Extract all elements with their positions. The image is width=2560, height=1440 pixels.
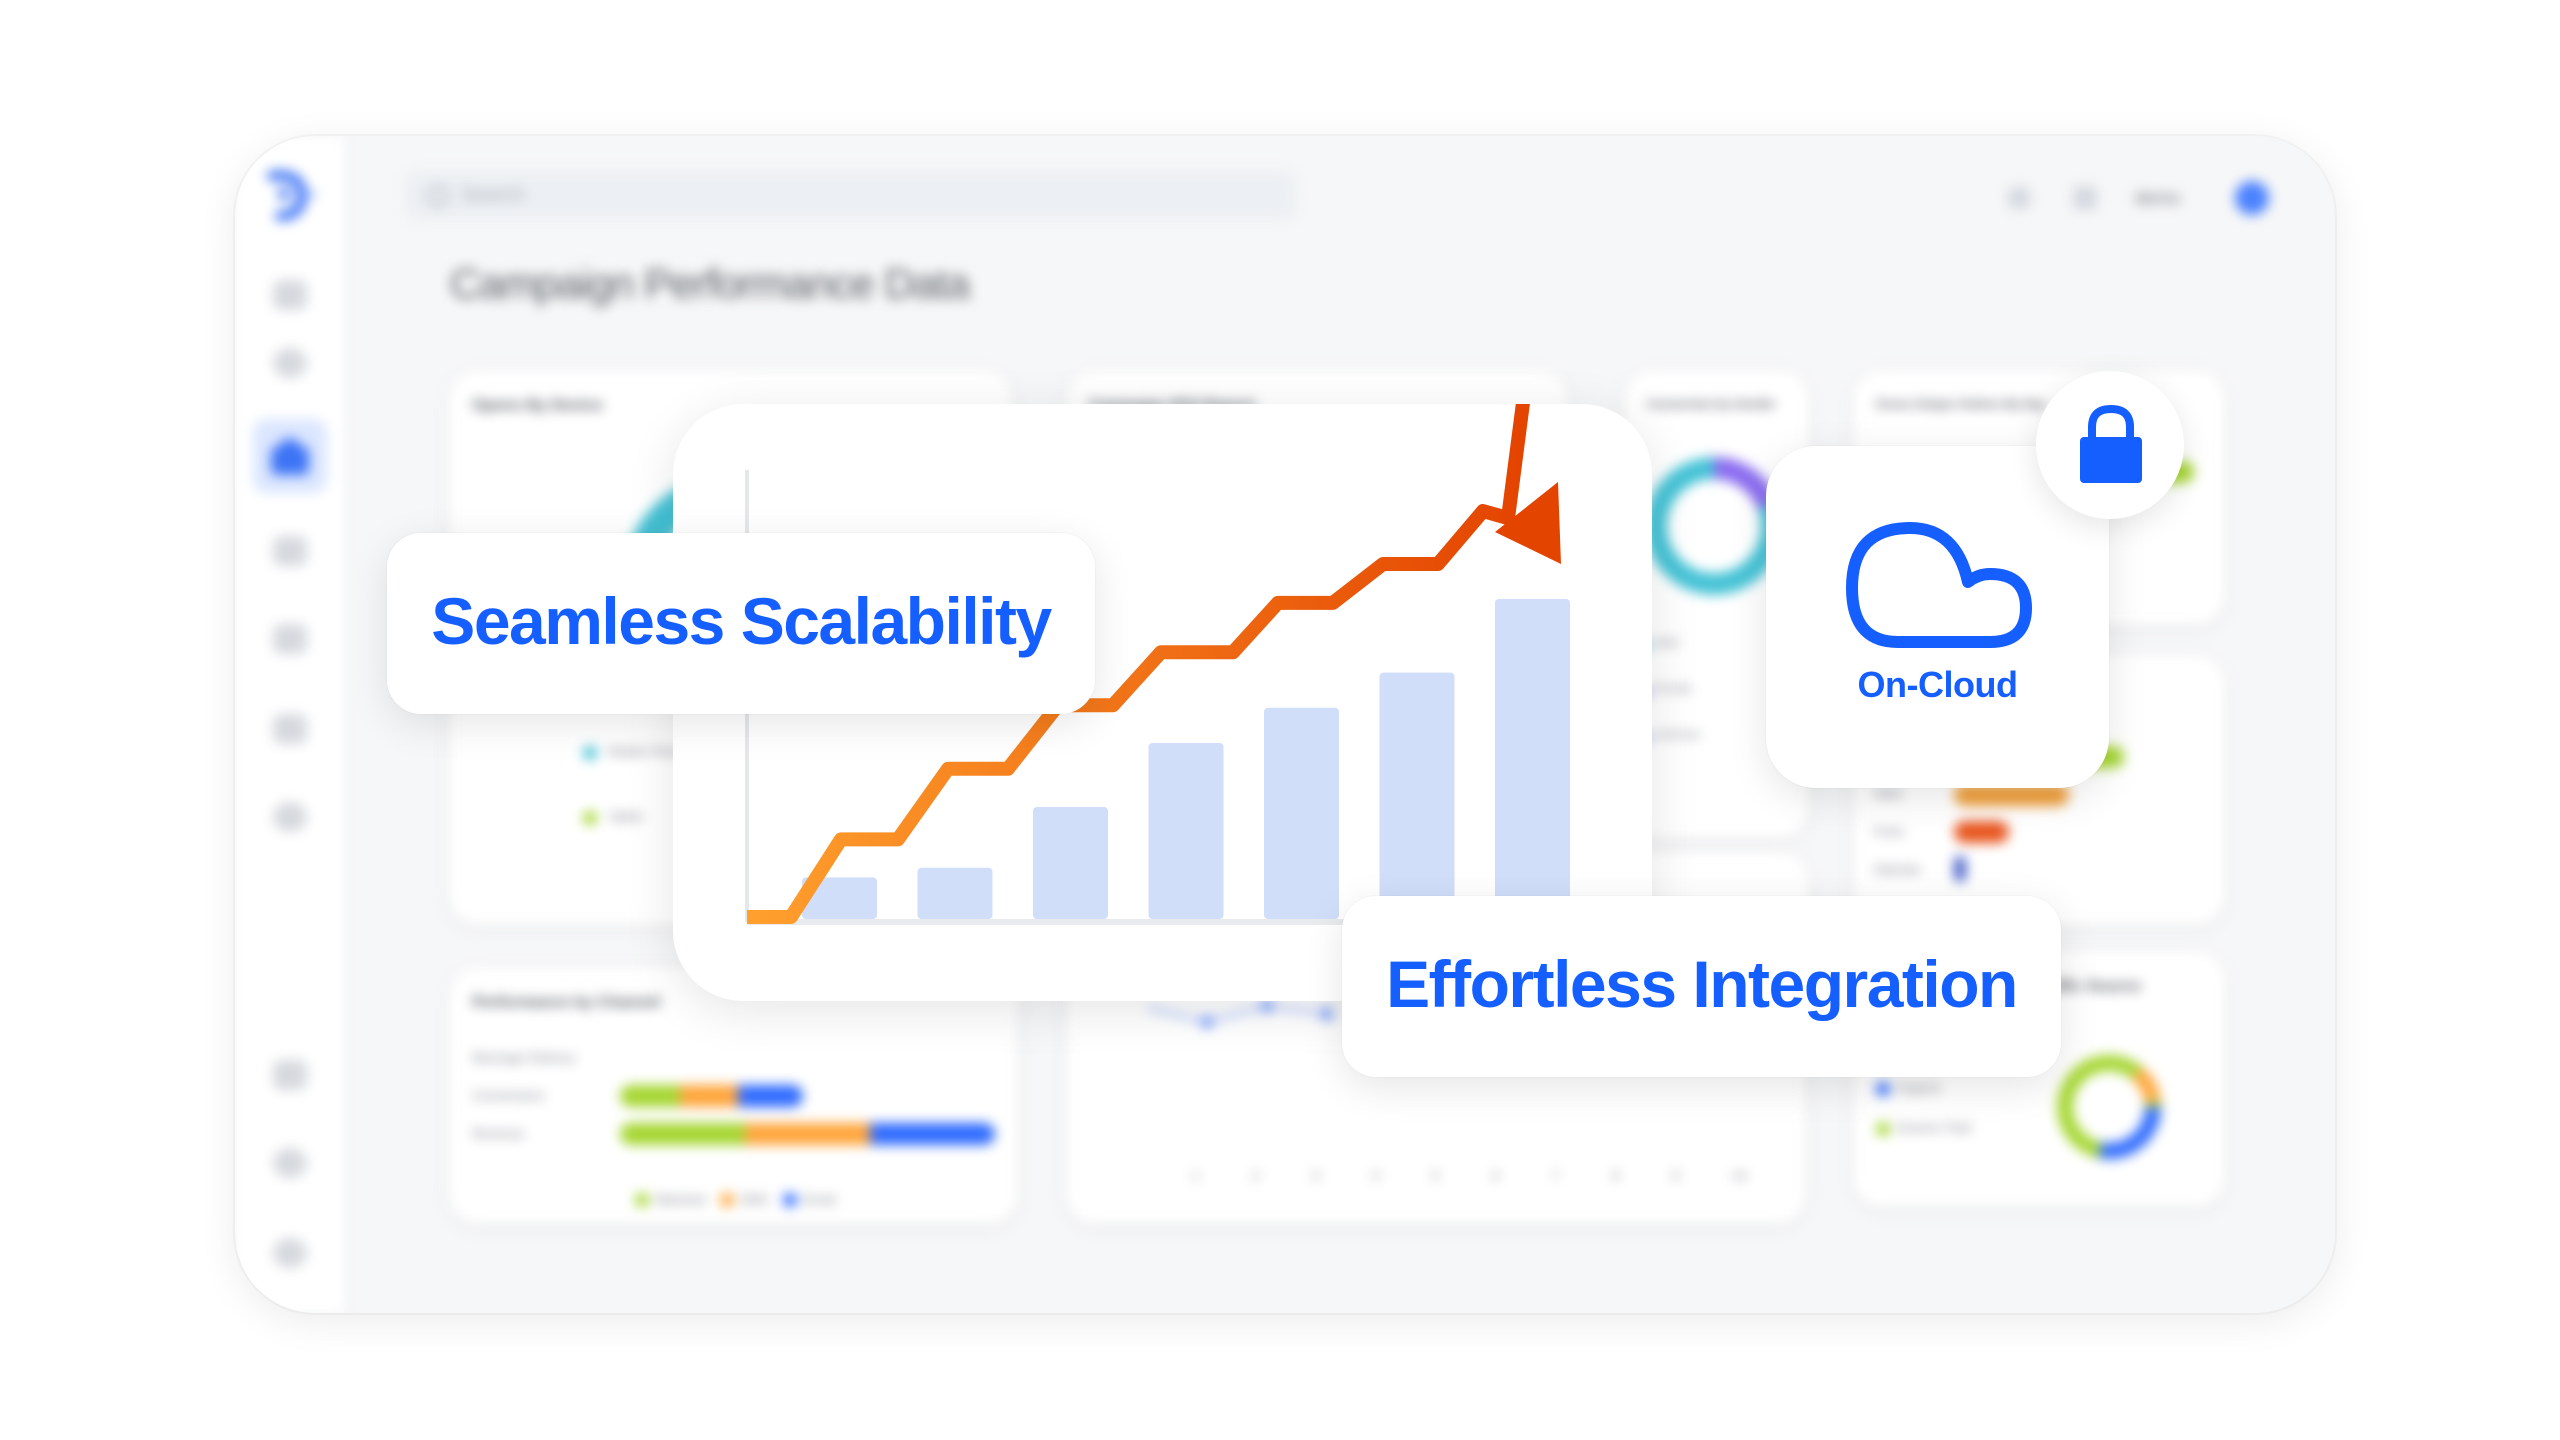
- bar-5: [1264, 707, 1339, 919]
- x-tick-label: 7: [1552, 1168, 1560, 1183]
- list-icon[interactable]: [273, 624, 307, 654]
- card-title: Gross Unique Visitors By Day: [1876, 397, 2046, 411]
- bar-7: [1495, 599, 1570, 919]
- row-label: Conversions: [472, 1088, 545, 1103]
- legend-dot: [1876, 1082, 1890, 1096]
- legend-label: Unknown: [1655, 729, 1701, 741]
- x-tick-label: 5: [1432, 1168, 1440, 1183]
- bar-segment: [745, 1123, 870, 1145]
- search-input[interactable]: Search: [461, 184, 524, 207]
- mail-icon[interactable]: [273, 802, 307, 832]
- line-point: [1321, 1008, 1333, 1020]
- bar-4: [1148, 743, 1224, 919]
- dashboard-icon: [271, 437, 309, 475]
- feature-title: Seamless Scalability: [431, 584, 1052, 658]
- card-title: Performance by Channel: [472, 994, 661, 1011]
- cloud-icon: [1846, 522, 2032, 648]
- legend-dot: [1876, 1122, 1890, 1136]
- x-tick-label: 6: [1492, 1168, 1500, 1183]
- line-point: [1261, 1000, 1273, 1012]
- lock-badge: [2036, 371, 2184, 519]
- help-icon[interactable]: [273, 1148, 307, 1178]
- legend-dot-tablet: [583, 811, 597, 825]
- search-icon: [427, 185, 449, 207]
- legend-label: Email: [803, 1192, 836, 1207]
- row-label: SMS: [1874, 786, 1903, 801]
- legend-label: SMS: [740, 1192, 769, 1207]
- bar-segment: [620, 1123, 745, 1145]
- legend-dot-mobile: [583, 746, 597, 760]
- bar-segment: [738, 1085, 803, 1107]
- legend-dot: [783, 1193, 797, 1207]
- legend-dot: [720, 1193, 734, 1207]
- x-tick-label: 8: [1612, 1168, 1620, 1183]
- chat-icon[interactable]: [273, 348, 307, 378]
- x-tick-label: 9: [1672, 1168, 1680, 1183]
- megaphone-icon[interactable]: [273, 536, 307, 566]
- home-icon[interactable]: [273, 280, 307, 310]
- card-title: Conversion by Gender: [1647, 397, 1776, 411]
- card-title: Opens By Device: [472, 397, 603, 414]
- row-label: Revenue: [472, 1126, 525, 1141]
- sidebar: [235, 136, 345, 1313]
- bar-6: [1379, 672, 1455, 919]
- bar-2: [917, 867, 993, 919]
- bar-segment: [680, 1085, 738, 1107]
- legend-label: Male: [1655, 637, 1679, 649]
- bar-3: [1033, 807, 1108, 919]
- traffic-donut: [2057, 1055, 2161, 1159]
- user-menu[interactable]: demo: [2135, 188, 2180, 209]
- brand-logo: [267, 170, 316, 221]
- bar: [1954, 856, 1966, 882]
- x-tick-label: 3: [1312, 1168, 1320, 1183]
- legend-label: Tablet: [608, 809, 643, 824]
- feature-card-scalability: Seamless Scalability: [387, 533, 1095, 714]
- x-tick-label: 10: [1732, 1168, 1747, 1183]
- row-label: Website: [1874, 862, 1921, 877]
- bell-icon[interactable]: [2007, 186, 2031, 210]
- avatar[interactable]: [2235, 181, 2269, 215]
- feature-card-integration: Effortless Integration: [1342, 896, 2061, 1077]
- performance-by-channel-card: Performance by Channel Message Delivery …: [450, 968, 1017, 1223]
- bar: [1954, 821, 2009, 843]
- settings-icon[interactable]: [273, 1238, 307, 1268]
- x-tick-label: 2: [1252, 1168, 1260, 1183]
- sidebar-item-dashboard[interactable]: [253, 419, 327, 493]
- cloud-label: On-Cloud: [1857, 664, 2018, 705]
- legend-label: Matched: [655, 1192, 705, 1207]
- bar-segment: [620, 1085, 680, 1107]
- legend-label: Female: [1655, 683, 1692, 695]
- apps-icon[interactable]: [2073, 186, 2097, 210]
- users-icon[interactable]: [273, 714, 307, 744]
- legend-label: Organic: [1896, 1080, 1942, 1095]
- feature-title: Effortless Integration: [1386, 947, 2018, 1021]
- search-bar[interactable]: Search: [405, 171, 1296, 220]
- row-label: Message Delivery: [472, 1050, 576, 1065]
- lock-icon: [2080, 405, 2142, 483]
- page-title: Campaign Performance Data: [450, 260, 970, 307]
- x-tick-label: 4: [1372, 1168, 1380, 1183]
- row-label: Push: [1874, 824, 1904, 839]
- bar-segment: [870, 1123, 995, 1145]
- legend-dot: [635, 1193, 649, 1207]
- support-icon[interactable]: [273, 1060, 307, 1090]
- line-point: [1201, 1016, 1213, 1028]
- legend-label: Generic Paid: [1896, 1120, 1972, 1135]
- x-tick-label: 1: [1192, 1168, 1200, 1183]
